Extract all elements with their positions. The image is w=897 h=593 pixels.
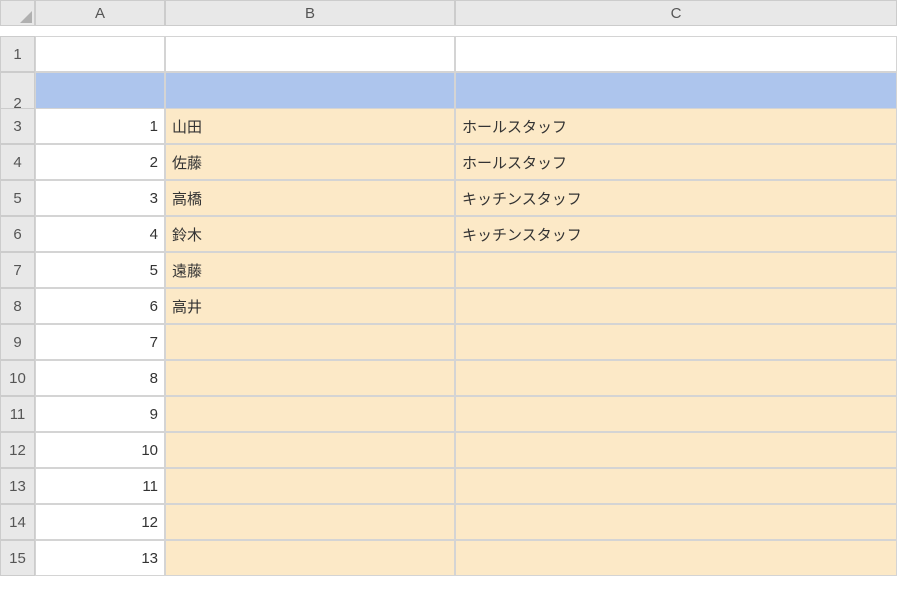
cell-a12[interactable]: 10 — [35, 432, 165, 468]
cell-b9[interactable] — [165, 324, 455, 360]
cell-a3[interactable]: 1 — [35, 108, 165, 144]
cell-b1[interactable] — [165, 36, 455, 72]
cell-a1[interactable] — [35, 36, 165, 72]
select-all-corner[interactable] — [0, 0, 35, 26]
row-label-8[interactable]: 8 — [0, 288, 35, 324]
cell-a7[interactable]: 5 — [35, 252, 165, 288]
cell-b10[interactable] — [165, 360, 455, 396]
select-all-icon — [20, 11, 32, 23]
cell-b13[interactable] — [165, 468, 455, 504]
row-label-10[interactable]: 10 — [0, 360, 35, 396]
row-label-3[interactable]: 3 — [0, 108, 35, 144]
row-label-14[interactable]: 14 — [0, 504, 35, 540]
cell-b3[interactable]: 山田 — [165, 108, 455, 144]
cell-a14[interactable]: 12 — [35, 504, 165, 540]
cell-a15[interactable]: 13 — [35, 540, 165, 576]
row-label-12[interactable]: 12 — [0, 432, 35, 468]
row-label-13[interactable]: 13 — [0, 468, 35, 504]
cell-b5[interactable]: 高橋 — [165, 180, 455, 216]
cell-a10[interactable]: 8 — [35, 360, 165, 396]
cell-c11[interactable] — [455, 396, 897, 432]
row-label-5[interactable]: 5 — [0, 180, 35, 216]
row-label-7[interactable]: 7 — [0, 252, 35, 288]
cell-a13[interactable]: 11 — [35, 468, 165, 504]
column-header-a[interactable]: A — [35, 0, 165, 26]
cell-b6[interactable]: 鈴木 — [165, 216, 455, 252]
cell-a9[interactable]: 7 — [35, 324, 165, 360]
cell-b8[interactable]: 高井 — [165, 288, 455, 324]
row-label-11[interactable]: 11 — [0, 396, 35, 432]
cell-c14[interactable] — [455, 504, 897, 540]
cell-c8[interactable] — [455, 288, 897, 324]
cell-a4[interactable]: 2 — [35, 144, 165, 180]
cell-b4[interactable]: 佐藤 — [165, 144, 455, 180]
row-label-15[interactable]: 15 — [0, 540, 35, 576]
cell-a11[interactable]: 9 — [35, 396, 165, 432]
cell-c9[interactable] — [455, 324, 897, 360]
cell-c10[interactable] — [455, 360, 897, 396]
cell-c4[interactable]: ホールスタッフ — [455, 144, 897, 180]
cell-b15[interactable] — [165, 540, 455, 576]
row-label-1[interactable]: 1 — [0, 36, 35, 72]
cell-a5[interactable]: 3 — [35, 180, 165, 216]
cell-c15[interactable] — [455, 540, 897, 576]
cell-b11[interactable] — [165, 396, 455, 432]
column-header-c[interactable]: C — [455, 0, 897, 26]
cell-b14[interactable] — [165, 504, 455, 540]
cell-c7[interactable] — [455, 252, 897, 288]
cell-c1[interactable] — [455, 36, 897, 72]
cell-c3[interactable]: ホールスタッフ — [455, 108, 897, 144]
cell-c13[interactable] — [455, 468, 897, 504]
row-label-4[interactable]: 4 — [0, 144, 35, 180]
cell-c5[interactable]: キッチンスタッフ — [455, 180, 897, 216]
spreadsheet: A B C 1 2 NO 従業員名 職種名 3 1 山田 ホールスタッフ 4 2… — [0, 0, 897, 576]
column-header-b[interactable]: B — [165, 0, 455, 26]
cell-c12[interactable] — [455, 432, 897, 468]
row-label-6[interactable]: 6 — [0, 216, 35, 252]
cell-b7[interactable]: 遠藤 — [165, 252, 455, 288]
cell-a8[interactable]: 6 — [35, 288, 165, 324]
cell-b12[interactable] — [165, 432, 455, 468]
row-label-9[interactable]: 9 — [0, 324, 35, 360]
cell-c6[interactable]: キッチンスタッフ — [455, 216, 897, 252]
cell-a6[interactable]: 4 — [35, 216, 165, 252]
